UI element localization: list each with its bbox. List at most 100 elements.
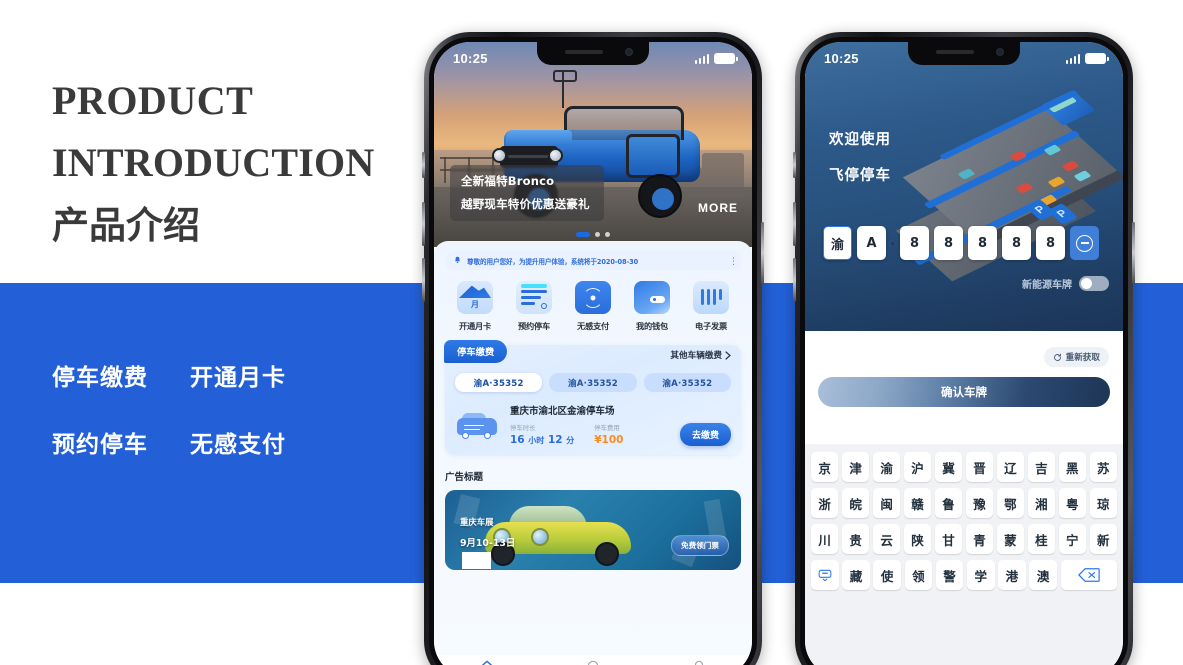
car-illustration-icon xyxy=(455,409,505,441)
quick-action-label: 预约停车 xyxy=(518,321,550,331)
plate-char-1[interactable]: A xyxy=(857,226,886,260)
key-wan[interactable]: 皖 xyxy=(841,488,870,518)
plate-tab[interactable]: 渝A·35352 xyxy=(455,373,543,392)
key-jin2[interactable]: 晋 xyxy=(965,452,994,482)
headline-block: PRODUCT INTRODUCTION 产品介绍 xyxy=(52,70,412,252)
key-qing[interactable]: 青 xyxy=(965,524,994,554)
chevron-right-icon xyxy=(725,350,731,360)
signal-bars-icon xyxy=(694,53,709,64)
volume-up-button[interactable] xyxy=(422,202,425,246)
key-ji[interactable]: 冀 xyxy=(934,452,963,482)
confirm-plate-button[interactable]: 确认车牌 xyxy=(818,377,1110,407)
ad-banner[interactable]: 重庆车展 9月10-13日 免费领门票 xyxy=(445,490,741,570)
key-zhe[interactable]: 浙 xyxy=(811,488,839,518)
feature-row: 预约停车 无感支付 xyxy=(52,425,382,459)
key-shan[interactable]: 陕 xyxy=(903,524,932,554)
pay-button[interactable]: 去缴费 xyxy=(679,423,731,446)
volume-up-button[interactable] xyxy=(793,202,796,246)
key-hu[interactable]: 沪 xyxy=(903,452,932,482)
duration-hours: 16 xyxy=(510,434,525,446)
key-lu[interactable]: 鲁 xyxy=(934,488,963,518)
toggle-switch[interactable] xyxy=(1079,276,1109,291)
duration-hours-unit: 小时 xyxy=(528,436,545,445)
key-jing2[interactable]: 警 xyxy=(935,560,964,590)
quick-action-contactless-pay[interactable]: 无感支付 xyxy=(567,281,619,332)
power-button[interactable] xyxy=(761,222,764,284)
plate-char-4[interactable]: 8 xyxy=(968,226,997,260)
other-vehicles-link[interactable]: 其他车辆缴费 xyxy=(670,349,731,361)
fee-card-tab[interactable]: 停车缴费 xyxy=(444,340,508,363)
power-button[interactable] xyxy=(1132,222,1135,284)
new-energy-plate-toggle[interactable]: 新能源车牌 xyxy=(1022,276,1109,291)
key-yu[interactable]: 渝 xyxy=(872,452,901,482)
key-yun[interactable]: 云 xyxy=(872,524,901,554)
more-vertical-icon[interactable]: ⋮ xyxy=(729,256,738,265)
home-icon[interactable] xyxy=(479,659,495,665)
carousel-dot[interactable] xyxy=(595,232,600,237)
plate-tab[interactable]: 渝A·35352 xyxy=(643,373,731,392)
key-chuan[interactable]: 川 xyxy=(811,524,839,554)
duration-block: 停车时长 16 小时 12 分 xyxy=(510,423,574,446)
key-gan[interactable]: 赣 xyxy=(903,488,932,518)
plate-entry-actions: 重新获取 确认车牌 xyxy=(805,331,1123,444)
key-hei[interactable]: 黑 xyxy=(1058,452,1086,482)
hero-banner[interactable]: 10:25 全新福特Bronco 越野现车特价优惠送豪礼 MORE xyxy=(434,42,752,247)
keyboard-switch-icon[interactable] xyxy=(811,560,839,590)
key-ning[interactable]: 宁 xyxy=(1058,524,1086,554)
ad-cta-button[interactable]: 免费领门票 xyxy=(671,535,729,556)
key-su[interactable]: 苏 xyxy=(1089,452,1117,482)
backspace-icon[interactable] xyxy=(1060,560,1118,590)
key-xiang[interactable]: 湘 xyxy=(1027,488,1056,518)
key-gui[interactable]: 贵 xyxy=(841,524,870,554)
hero-caption-line1: 全新福特Bronco xyxy=(461,174,555,188)
plate-separator-dot: · xyxy=(890,235,896,251)
volume-down-button[interactable] xyxy=(793,258,796,302)
key-zang[interactable]: 藏 xyxy=(842,560,870,590)
key-e[interactable]: 鄂 xyxy=(996,488,1025,518)
plate-tabs: 渝A·35352 渝A·35352 渝A·35352 xyxy=(455,373,731,392)
mute-switch[interactable] xyxy=(793,152,796,178)
key-yu2[interactable]: 豫 xyxy=(965,488,994,518)
amount-label: 停车费用 xyxy=(594,424,620,432)
key-gang[interactable]: 港 xyxy=(998,560,1026,590)
key-yue[interactable]: 粤 xyxy=(1058,488,1086,518)
parking-fee-card: 停车缴费 其他车辆缴费 渝A·35352 渝A·35352 渝A·35352 重… xyxy=(444,340,741,455)
quick-action-e-invoice[interactable]: 电子发票 xyxy=(685,281,737,332)
quick-action-reserve-parking[interactable]: 预约停车 xyxy=(508,281,560,332)
key-min[interactable]: 闽 xyxy=(872,488,901,518)
quick-action-wallet[interactable]: 我的钱包 xyxy=(626,281,678,332)
key-gan2[interactable]: 甘 xyxy=(934,524,963,554)
key-xue[interactable]: 学 xyxy=(966,560,995,590)
plate-char-6[interactable]: 8 xyxy=(1036,226,1065,260)
minus-circle-icon[interactable] xyxy=(1070,226,1099,260)
key-shi[interactable]: 使 xyxy=(873,560,901,590)
carousel-dot-active[interactable] xyxy=(576,232,590,237)
key-qiong[interactable]: 琼 xyxy=(1089,488,1117,518)
plate-char-3[interactable]: 8 xyxy=(934,226,963,260)
plate-tab[interactable]: 渝A·35352 xyxy=(549,373,637,392)
feature-reserve-parking: 预约停车 xyxy=(52,432,148,458)
front-camera-icon xyxy=(996,48,1004,56)
volume-down-button[interactable] xyxy=(422,258,425,302)
profile-icon[interactable] xyxy=(691,659,707,665)
plate-char-2[interactable]: 8 xyxy=(900,226,929,260)
key-gui2[interactable]: 桂 xyxy=(1027,524,1056,554)
key-jing[interactable]: 京 xyxy=(811,452,839,482)
plate-char-0[interactable]: 渝 xyxy=(823,226,852,260)
key-xin[interactable]: 新 xyxy=(1089,524,1117,554)
carousel-dots[interactable] xyxy=(576,232,610,237)
key-ji2[interactable]: 吉 xyxy=(1027,452,1056,482)
key-meng[interactable]: 蒙 xyxy=(996,524,1025,554)
plate-char-5[interactable]: 8 xyxy=(1002,226,1031,260)
hero-more-button[interactable]: MORE xyxy=(698,201,738,215)
key-liao[interactable]: 辽 xyxy=(996,452,1025,482)
key-ling[interactable]: 领 xyxy=(904,560,933,590)
quick-action-monthly-card[interactable]: 月 开通月卡 xyxy=(449,281,501,332)
key-jin[interactable]: 津 xyxy=(841,452,870,482)
key-ao[interactable]: 澳 xyxy=(1029,560,1057,590)
location-icon[interactable] xyxy=(585,659,601,665)
carousel-dot[interactable] xyxy=(605,232,610,237)
notification-banner[interactable]: 尊敬的用户您好，为提升用户体验，系统将于2020-08-30 ⋮ xyxy=(445,251,741,270)
mute-switch[interactable] xyxy=(422,152,425,178)
refresh-button[interactable]: 重新获取 xyxy=(1043,347,1109,367)
